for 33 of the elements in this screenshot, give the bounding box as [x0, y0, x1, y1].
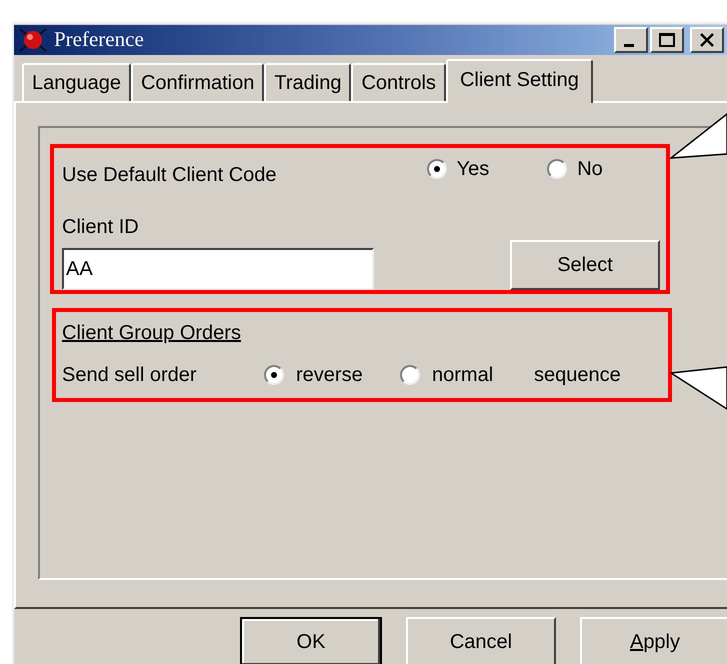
- window-title: Preference: [54, 26, 144, 54]
- dialog-button[interactable]: Cancel: [406, 617, 556, 664]
- client-id-field[interactable]: AA: [62, 248, 374, 290]
- field-label: Send sell order: [62, 363, 198, 388]
- maximize-button[interactable]: [650, 27, 684, 53]
- tab[interactable]: Confirmation: [130, 63, 264, 101]
- tab[interactable]: Controls: [351, 63, 446, 101]
- tab[interactable]: Language: [22, 63, 131, 101]
- dialog-button[interactable]: OK: [240, 617, 382, 664]
- callout-pointer: [670, 365, 727, 410]
- tab[interactable]: Trading: [264, 63, 352, 101]
- radio-button[interactable]: [547, 159, 568, 179]
- field-label: Client ID: [62, 215, 140, 240]
- radio-button[interactable]: [426, 159, 447, 179]
- field-label: Use Default Client Code: [62, 163, 277, 188]
- option-label: reverse: [296, 363, 364, 388]
- callout-pointer: [670, 112, 727, 162]
- tab[interactable]: Client Setting: [446, 59, 593, 103]
- field-label: sequence: [534, 363, 621, 388]
- dialog-button[interactable]: Apply: [580, 617, 727, 664]
- radio-button[interactable]: [400, 365, 420, 385]
- close-icon: [700, 33, 714, 47]
- option-label: normal: [432, 363, 494, 388]
- minimize-button[interactable]: [614, 27, 648, 53]
- section-title: Client Group Orders: [62, 321, 241, 346]
- app-logo-icon: [18, 27, 48, 53]
- close-button[interactable]: [690, 27, 724, 53]
- select-button[interactable]: Select: [510, 240, 660, 290]
- option-label: Yes: [456, 157, 490, 182]
- minimize-icon: [624, 44, 634, 46]
- option-label: No: [577, 157, 603, 182]
- radio-button[interactable]: [264, 365, 284, 385]
- maximize-icon: [659, 33, 675, 47]
